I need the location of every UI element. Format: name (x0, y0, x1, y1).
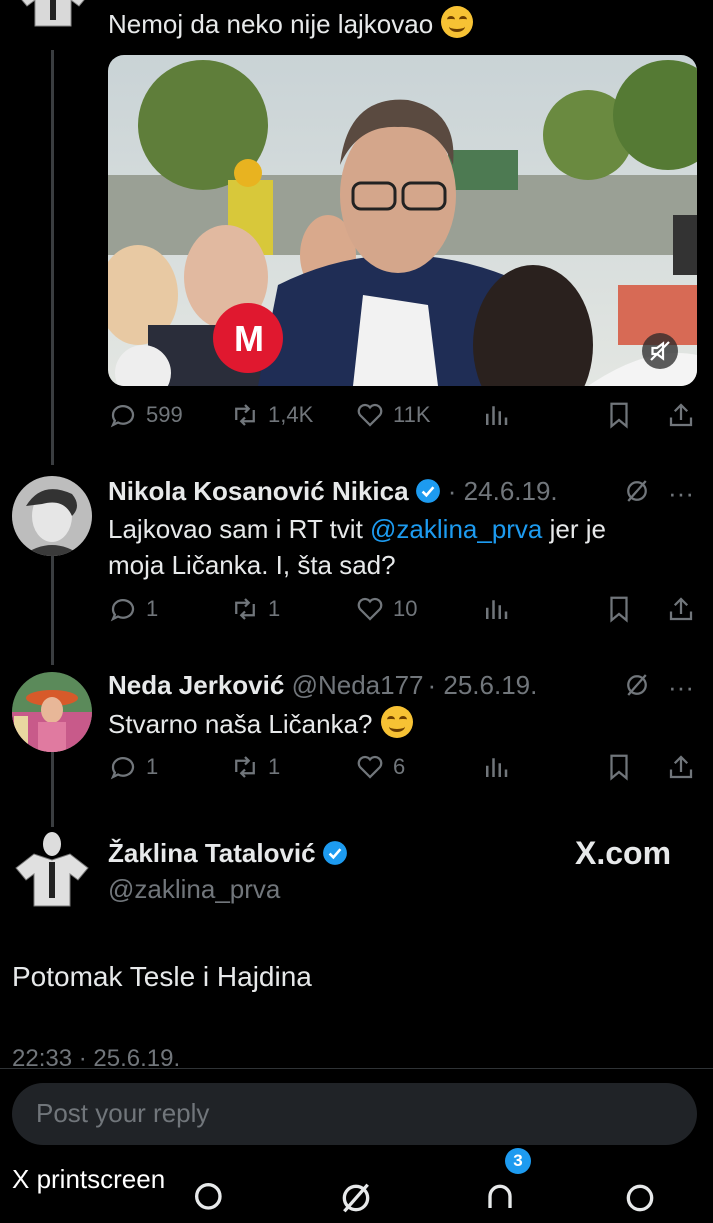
reply-input[interactable] (34, 1097, 678, 1130)
bookmark-button[interactable] (604, 400, 634, 430)
views-button[interactable] (481, 400, 511, 430)
grok-icon[interactable] (622, 670, 652, 705)
reply-composer[interactable] (12, 1083, 697, 1145)
like-icon (357, 597, 383, 621)
bookmark-icon (610, 596, 628, 623)
share-button[interactable] (666, 400, 696, 430)
reply-icon (110, 599, 135, 622)
mute-icon[interactable] (642, 333, 678, 369)
avatar[interactable] (13, 0, 93, 52)
reply-count: 1 (146, 754, 159, 779)
repost-button[interactable]: 1 (230, 752, 280, 782)
notifications-icon[interactable] (480, 1178, 520, 1223)
views-icon (486, 600, 508, 619)
post-date: · 24.6.19. (447, 476, 558, 506)
share-button[interactable] (666, 752, 696, 782)
views-button[interactable] (481, 594, 511, 624)
screenshot-label: X printscreen (0, 1160, 178, 1201)
bookmark-button[interactable] (604, 594, 634, 624)
share-button[interactable] (666, 594, 696, 624)
grok-icon[interactable] (622, 476, 652, 511)
thread-line (51, 50, 54, 465)
notification-badge: 3 (505, 1148, 531, 1174)
grok-nav-icon[interactable] (336, 1178, 376, 1223)
messages-icon[interactable] (620, 1178, 660, 1223)
avatar[interactable] (12, 476, 92, 556)
like-button[interactable]: 6 (355, 752, 405, 782)
display-name[interactable]: Nikola Kosanović Nikica (108, 476, 409, 506)
divider (0, 1068, 713, 1069)
reply-icon (110, 405, 135, 428)
thread-line (51, 555, 54, 665)
more-icon[interactable]: ··· (668, 478, 694, 509)
repost-icon (235, 598, 255, 620)
bookmark-button[interactable] (604, 752, 634, 782)
avatar[interactable] (12, 830, 92, 910)
like-icon (357, 755, 383, 779)
reply-button[interactable]: 599 (108, 400, 183, 430)
reply-header: Neda Jerković @Neda177 · 25.6.19. (108, 668, 537, 702)
verified-icon (415, 478, 441, 504)
reply-count: 599 (146, 402, 183, 427)
verified-icon (322, 840, 348, 866)
repost-count: 1 (268, 754, 281, 779)
like-count: 6 (393, 754, 406, 779)
video-thumbnail[interactable]: M (108, 55, 697, 386)
smiling-emoji-icon (380, 706, 413, 738)
repost-icon (235, 404, 255, 426)
username[interactable]: @zaklina_prva (108, 872, 280, 906)
svg-text:M: M (234, 318, 264, 359)
avatar[interactable] (12, 672, 92, 752)
smiling-emoji-icon (441, 6, 474, 38)
repost-button[interactable]: 1,4K (230, 400, 313, 430)
bookmark-icon (610, 754, 628, 781)
reply-header: Nikola Kosanović Nikica · 24.6.19. (108, 474, 558, 508)
like-count: 11K (393, 402, 431, 427)
display-name[interactable]: Žaklina Tatalović (108, 838, 316, 868)
views-icon (486, 758, 508, 777)
share-icon (669, 755, 693, 779)
search-icon[interactable] (190, 1178, 230, 1223)
bookmark-icon (610, 402, 628, 429)
like-count: 10 (393, 596, 418, 621)
author-name-row: Žaklina Tatalović (108, 836, 348, 870)
tweet-text: Potomak Tesle i Hajdina (12, 961, 312, 992)
reply-text: Lajkovao sam i RT tvit @zaklina_prva jer… (108, 514, 606, 544)
mention-link[interactable]: @zaklina_prva (370, 514, 542, 544)
display-name[interactable]: Neda Jerković (108, 670, 284, 700)
like-button[interactable]: 11K (355, 400, 431, 430)
thread-line (51, 752, 54, 827)
reply-count: 1 (146, 596, 159, 621)
reply-button[interactable]: 1 (108, 752, 158, 782)
reply-button[interactable]: 1 (108, 594, 158, 624)
like-button[interactable]: 10 (355, 594, 417, 624)
username[interactable]: @Neda177 (292, 670, 424, 700)
share-icon (669, 403, 693, 427)
views-icon (486, 406, 508, 425)
timestamp[interactable]: 22:33 · 25.6.19. (12, 1042, 180, 1076)
reply-text: moja Ličanka. I, šta sad? (108, 550, 396, 580)
reply-icon (110, 757, 135, 780)
repost-count: 1 (268, 596, 281, 621)
repost-icon (235, 756, 255, 778)
like-icon (357, 403, 383, 427)
more-icon[interactable]: ··· (668, 672, 694, 703)
views-button[interactable] (481, 752, 511, 782)
repost-button[interactable]: 1 (230, 594, 280, 624)
repost-count: 1,4K (268, 402, 314, 427)
tweet-text: Nemoj da neko nije lajkovao (108, 6, 474, 41)
share-icon (669, 597, 693, 621)
post-date: · 25.6.19. (427, 670, 538, 700)
reply-text: Stvarno naša Ličanka? (108, 706, 413, 741)
x-brand-watermark: X.com (575, 835, 672, 871)
